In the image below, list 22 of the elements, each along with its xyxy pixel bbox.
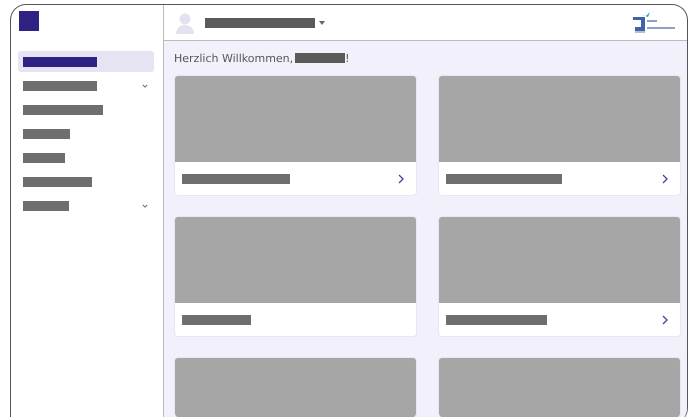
tile-card[interactable] — [438, 216, 681, 337]
sidebar-item[interactable] — [18, 51, 154, 72]
user-avatar-icon — [175, 12, 195, 34]
redacted-bar — [23, 128, 70, 138]
redacted-bar — [182, 315, 251, 325]
redacted-bar — [295, 53, 346, 63]
caret-icon — [319, 20, 325, 24]
chevron-right-icon — [662, 315, 668, 325]
chevron-right-icon — [398, 174, 404, 184]
redacted-bar — [23, 200, 69, 210]
tile-card[interactable] — [438, 75, 681, 196]
user-menu[interactable] — [203, 16, 327, 30]
redacted-bar — [23, 152, 65, 162]
chevron-right-icon — [662, 174, 668, 184]
exclamation-text: ! — [345, 52, 350, 64]
chevron-down-icon — [142, 204, 148, 208]
chevron-down-icon — [142, 84, 148, 88]
greeting-text: Herzlich Willkommen, — [174, 52, 294, 64]
logo-square — [19, 11, 39, 31]
tile-card[interactable] — [174, 216, 417, 337]
tile-card[interactable] — [174, 75, 417, 196]
redacted-bar — [23, 176, 92, 186]
